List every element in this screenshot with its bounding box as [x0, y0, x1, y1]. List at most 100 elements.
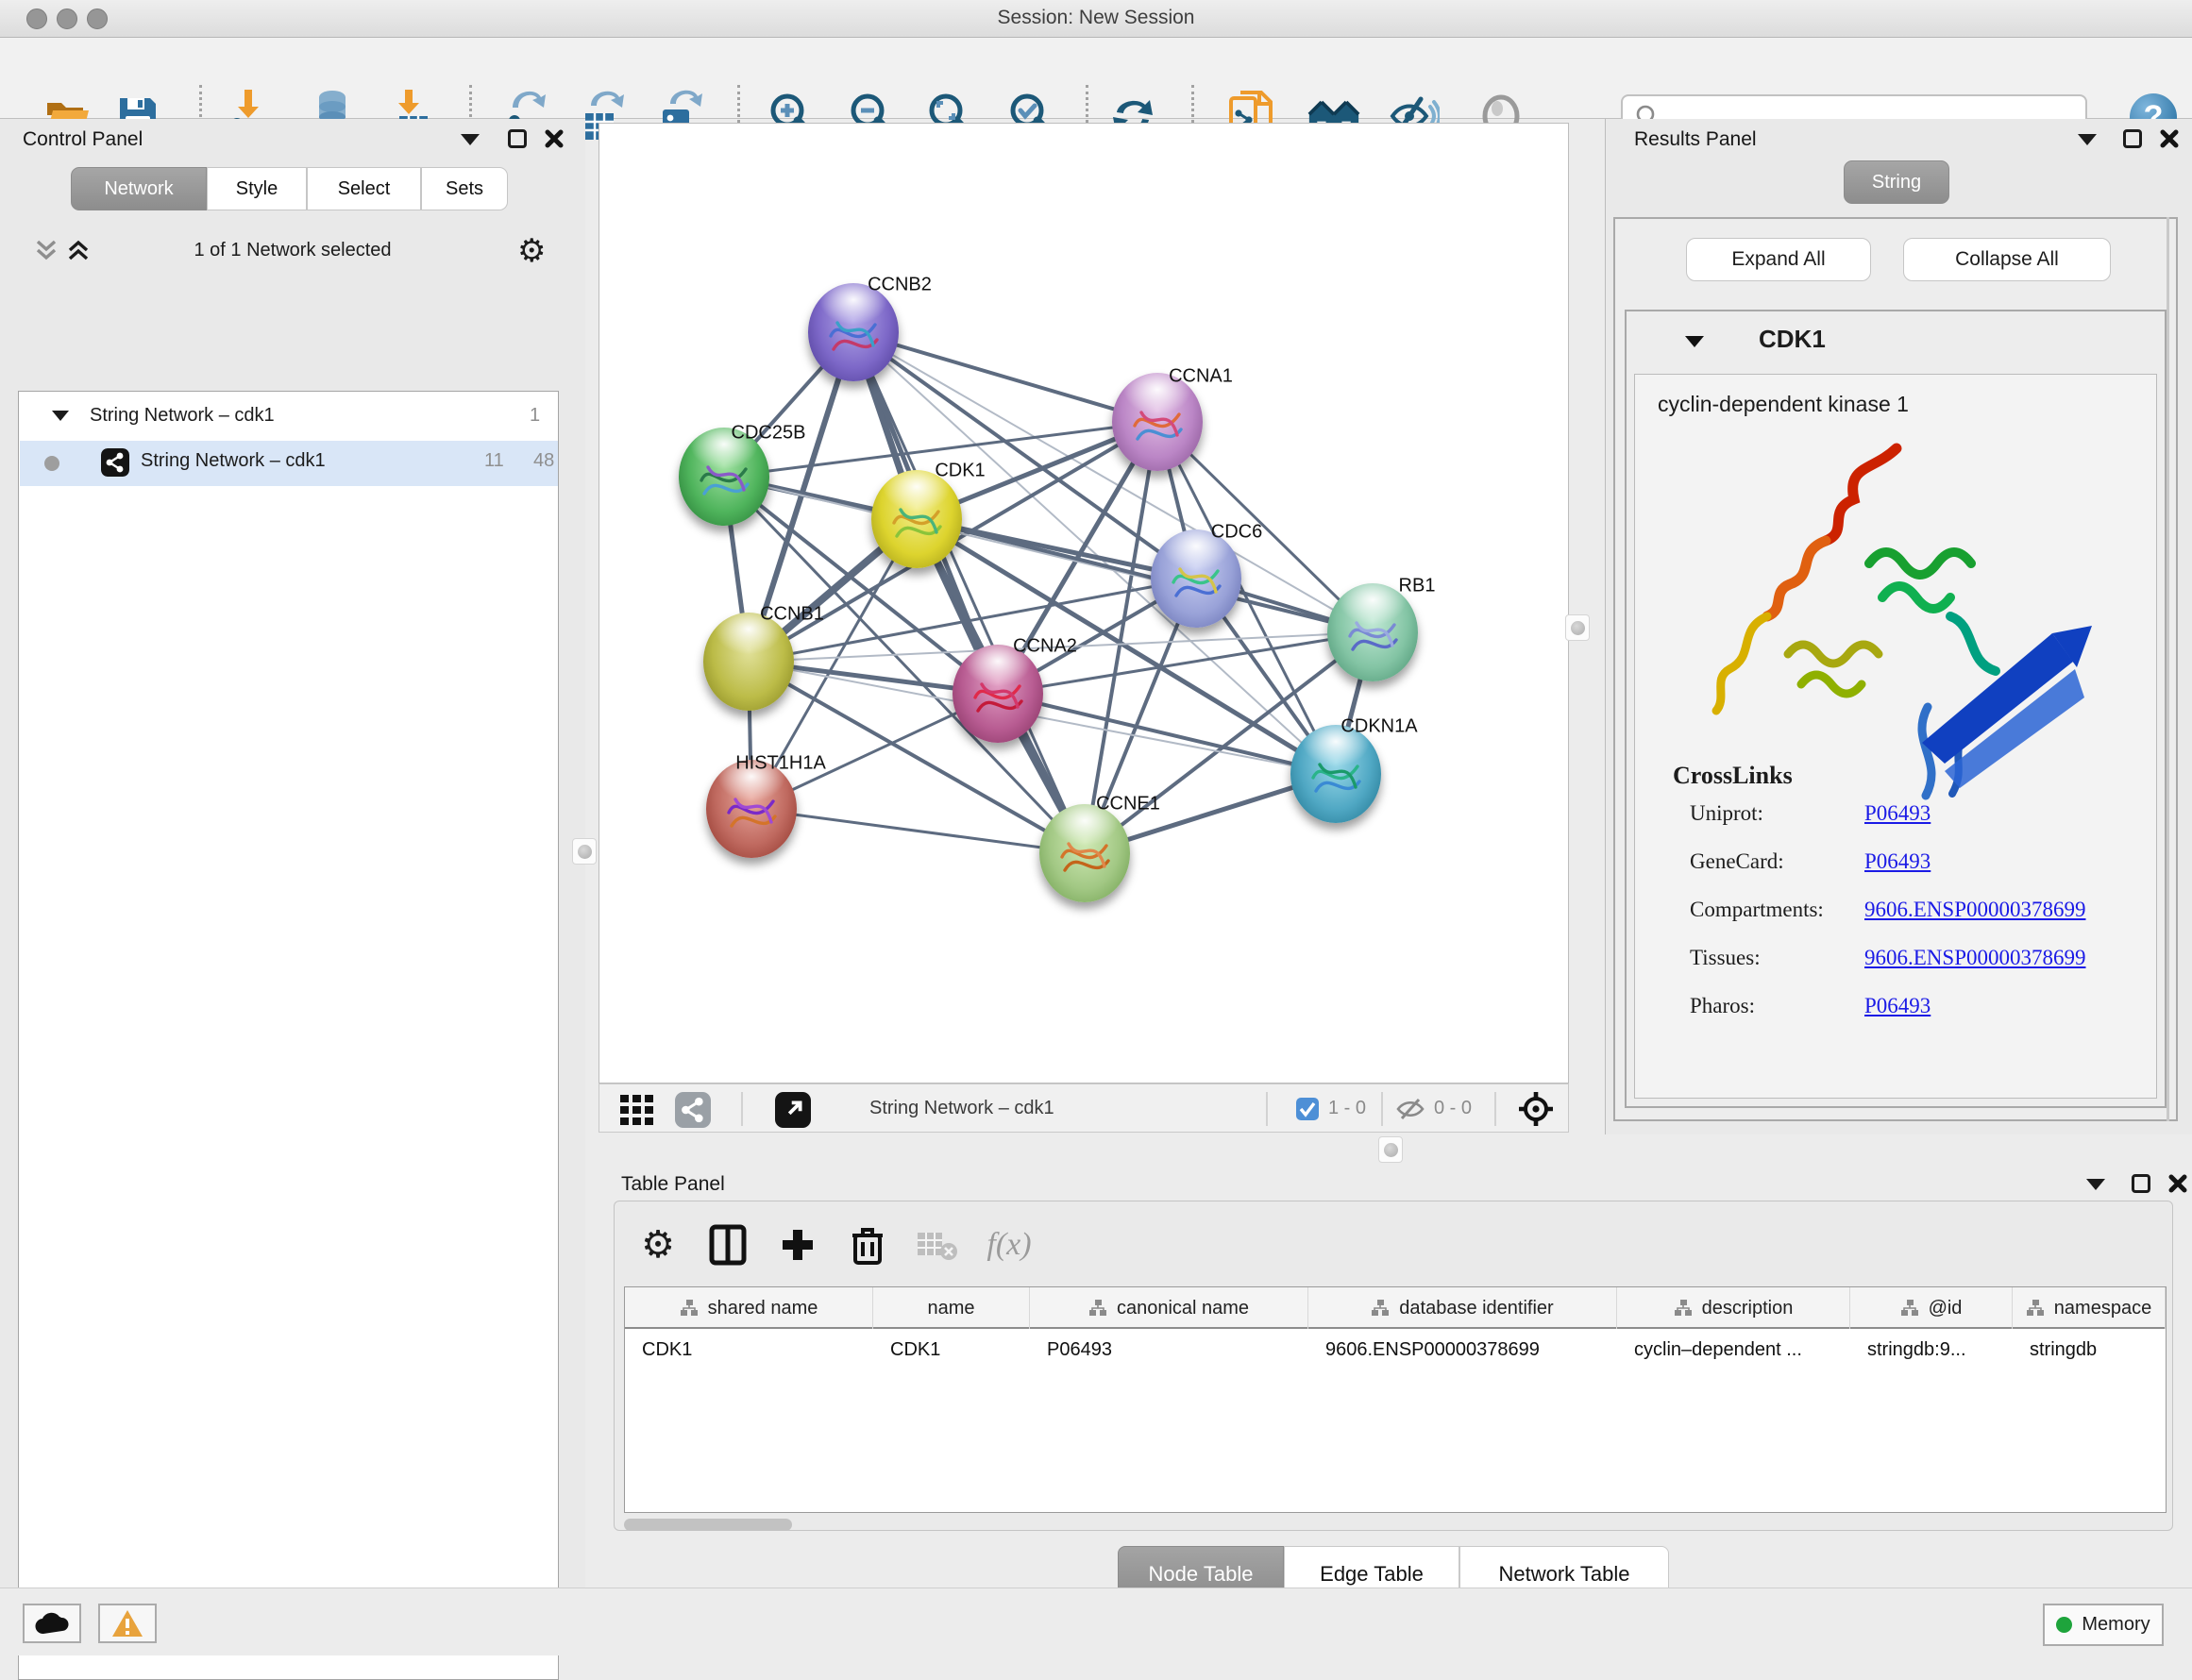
network-options-gear-icon[interactable]: ⚙: [517, 232, 546, 270]
crosslink-row: Tissues: 9606.ENSP00000378699: [1635, 946, 2156, 993]
network-collection-row[interactable]: String Network – cdk1 1: [20, 395, 558, 441]
cloud-status-button[interactable]: [23, 1604, 81, 1643]
memory-button[interactable]: Memory: [2043, 1604, 2164, 1646]
column-header-id[interactable]: @id: [1850, 1287, 2013, 1329]
node-CDC6[interactable]: [1151, 529, 1241, 628]
node-label-CCNA2: CCNA2: [1013, 636, 1077, 658]
protein-collapse-icon[interactable]: [1685, 336, 1704, 347]
column-header-sharedname[interactable]: shared name: [625, 1287, 873, 1329]
crosslink-row: Compartments: 9606.ENSP00000378699: [1635, 898, 2156, 945]
node-CDK1[interactable]: [871, 470, 962, 568]
column-header-databaseidentifier[interactable]: database identifier: [1308, 1287, 1617, 1329]
network-canvas[interactable]: CCNB2CCNA1CDC25BCDK1CDC6RB1CCNB1CCNA2CDK…: [599, 123, 1569, 1084]
tab-string[interactable]: String: [1844, 160, 1949, 204]
bottom-splitter-handle[interactable]: [1378, 1136, 1403, 1163]
node-CCNA1[interactable]: [1112, 373, 1203, 471]
panel-float-icon[interactable]: [2132, 1174, 2150, 1193]
panel-close-icon[interactable]: [544, 128, 565, 149]
table-cell[interactable]: 9606.ENSP00000378699: [1308, 1331, 1617, 1369]
network-view-title: String Network – cdk1: [869, 1098, 1054, 1119]
right-splitter-handle[interactable]: [1565, 614, 1590, 641]
panel-menu-icon[interactable]: [2078, 134, 2097, 145]
network-row-selected[interactable]: String Network – cdk1 11 48: [20, 441, 558, 486]
collapse-all-button[interactable]: Collapse All: [1903, 238, 2111, 281]
warning-status-button[interactable]: [98, 1604, 157, 1643]
crosslink-link[interactable]: 9606.ENSP00000378699: [1864, 898, 2086, 922]
panel-close-icon[interactable]: [2167, 1173, 2188, 1194]
collection-expand-icon[interactable]: [52, 411, 69, 421]
titlebar: Session: New Session: [0, 0, 2192, 38]
show-columns-icon[interactable]: [701, 1218, 754, 1271]
open-in-window-icon[interactable]: [775, 1092, 811, 1128]
memory-label: Memory: [2082, 1614, 2150, 1636]
horizontal-splitter[interactable]: [599, 1134, 2192, 1166]
results-scrollbar[interactable]: [2167, 217, 2169, 1121]
edge-CCNB2-CCNE1[interactable]: [853, 332, 1085, 853]
expand-all-button[interactable]: Expand All: [1686, 238, 1871, 281]
crosslink-label: Tissues:: [1690, 946, 1761, 970]
birds-eye-view-icon[interactable]: [1517, 1090, 1555, 1128]
edge-CCNB2-CCNA1[interactable]: [853, 332, 1157, 422]
tab-style[interactable]: Style: [207, 167, 307, 210]
crosslink-row: Uniprot:P06493: [1635, 801, 2156, 848]
collection-count: 1: [530, 405, 540, 427]
table-panel-title: Table Panel: [621, 1173, 725, 1196]
results-panel-title: Results Panel: [1634, 128, 1757, 151]
panel-float-icon[interactable]: [2123, 129, 2142, 148]
node-CCNE1[interactable]: [1039, 804, 1130, 902]
node-CCNB2[interactable]: [808, 283, 899, 381]
column-header-canonicalname[interactable]: canonical name: [1030, 1287, 1308, 1329]
panel-float-icon[interactable]: [508, 129, 527, 148]
table-cell[interactable]: CDK1: [873, 1331, 1030, 1369]
table-cell[interactable]: CDK1: [625, 1331, 873, 1369]
edge-HIST1H1A-CCNE1[interactable]: [751, 809, 1085, 853]
add-column-icon[interactable]: [771, 1218, 824, 1271]
node-table-header: shared namenamecanonical namedatabase id…: [625, 1287, 2166, 1329]
crosslinks-title: CrossLinks: [1673, 762, 1793, 790]
tab-select[interactable]: Select: [307, 167, 421, 210]
tab-network[interactable]: Network: [71, 167, 207, 210]
node-table[interactable]: shared namenamecanonical namedatabase id…: [624, 1286, 2167, 1513]
crosslink-link[interactable]: P06493: [1864, 994, 1931, 1018]
panel-menu-icon[interactable]: [461, 134, 480, 145]
node-CCNA2[interactable]: [953, 645, 1043, 743]
node-CDKN1A[interactable]: [1290, 725, 1381, 823]
crosslink-link[interactable]: P06493: [1864, 801, 1931, 826]
edge-CDK1-RB1[interactable]: [917, 519, 1373, 632]
tab-sets[interactable]: Sets: [421, 167, 508, 210]
protein-name: CDK1: [1759, 325, 1826, 354]
network-selected-status: 1 of 1 Network selected: [0, 240, 585, 261]
table-cell[interactable]: cyclin–dependent ...: [1617, 1331, 1850, 1369]
left-splitter-handle[interactable]: [572, 838, 597, 865]
crosslink-link[interactable]: 9606.ENSP00000378699: [1864, 946, 2086, 970]
panel-close-icon[interactable]: [2159, 128, 2180, 149]
table-hscrollbar-thumb[interactable]: [624, 1519, 792, 1531]
hidden-count: 0 - 0: [1434, 1098, 1472, 1119]
selected-checkbox-icon[interactable]: [1296, 1098, 1319, 1120]
table-gear-icon[interactable]: ⚙: [632, 1218, 684, 1271]
protein-ribbon-icon: [697, 452, 751, 507]
crosslink-row: Pharos:P06493: [1635, 994, 2156, 1041]
string-results-card: Expand All Collapse All CDK1 cyclin-depe…: [1613, 217, 2178, 1121]
crosslink-link[interactable]: P06493: [1864, 849, 1931, 874]
node-HIST1H1A[interactable]: [706, 760, 797, 858]
column-header-namespace[interactable]: namespace: [2013, 1287, 2166, 1329]
crosslink-label: Compartments:: [1690, 898, 1824, 922]
delete-column-icon[interactable]: [841, 1218, 894, 1271]
node-label-CCNA1: CCNA1: [1169, 366, 1233, 388]
panel-menu-icon[interactable]: [2086, 1179, 2105, 1190]
node-RB1[interactable]: [1327, 583, 1418, 681]
table-cell[interactable]: stringdb:9...: [1850, 1331, 2013, 1369]
splitter-dot-icon: [1384, 1143, 1398, 1157]
column-header-description[interactable]: description: [1617, 1287, 1850, 1329]
grid-view-icon[interactable]: [620, 1095, 662, 1125]
table-cell[interactable]: P06493: [1030, 1331, 1308, 1369]
hidden-eye-icon[interactable]: [1396, 1097, 1425, 1121]
string-badge-icon[interactable]: [675, 1092, 711, 1128]
attribute-tree-icon: [1371, 1299, 1390, 1318]
protein-description: cyclin-dependent kinase 1: [1658, 392, 1909, 417]
control-panel: Control Panel Network Style Select Sets …: [0, 119, 585, 1588]
column-header-name[interactable]: name: [873, 1287, 1030, 1329]
node-CCNB1[interactable]: [703, 613, 794, 711]
table-cell[interactable]: stringdb: [2013, 1331, 2166, 1369]
